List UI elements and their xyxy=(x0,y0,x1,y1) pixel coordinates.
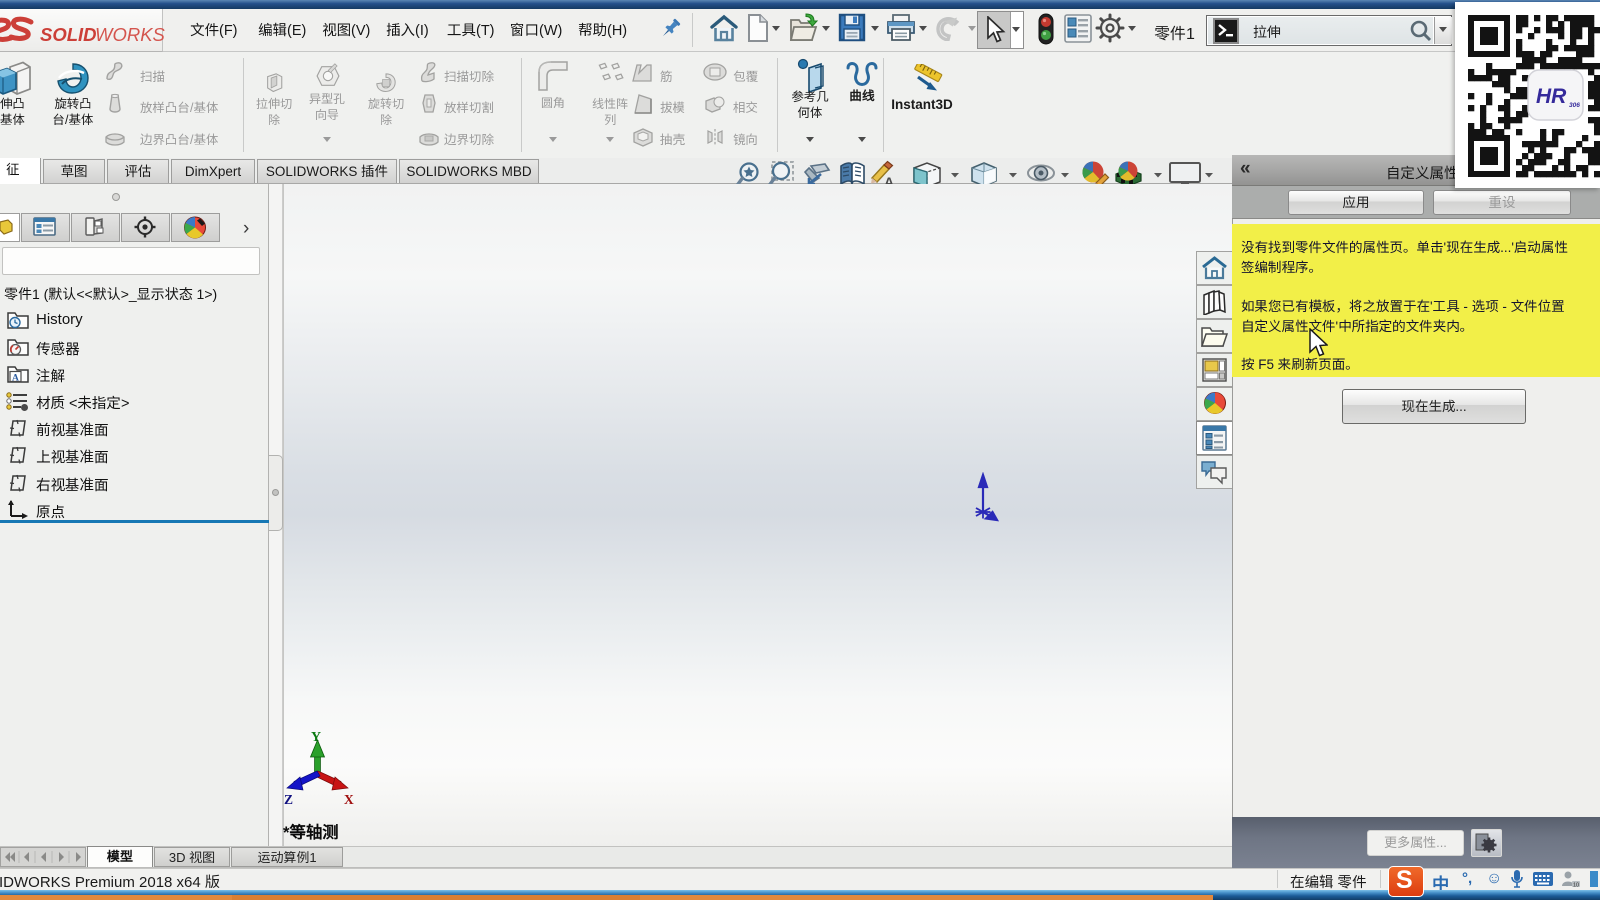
svg-text:306: 306 xyxy=(1569,102,1580,109)
svg-text:A: A xyxy=(12,374,19,384)
svg-text:X: X xyxy=(344,792,354,806)
svg-text:Z: Z xyxy=(284,792,293,806)
svg-text:HR: HR xyxy=(1536,85,1567,108)
svg-text:WORKS: WORKS xyxy=(95,24,166,45)
svg-text:10: 10 xyxy=(1573,883,1579,889)
svg-text:SOLID: SOLID xyxy=(40,24,97,45)
